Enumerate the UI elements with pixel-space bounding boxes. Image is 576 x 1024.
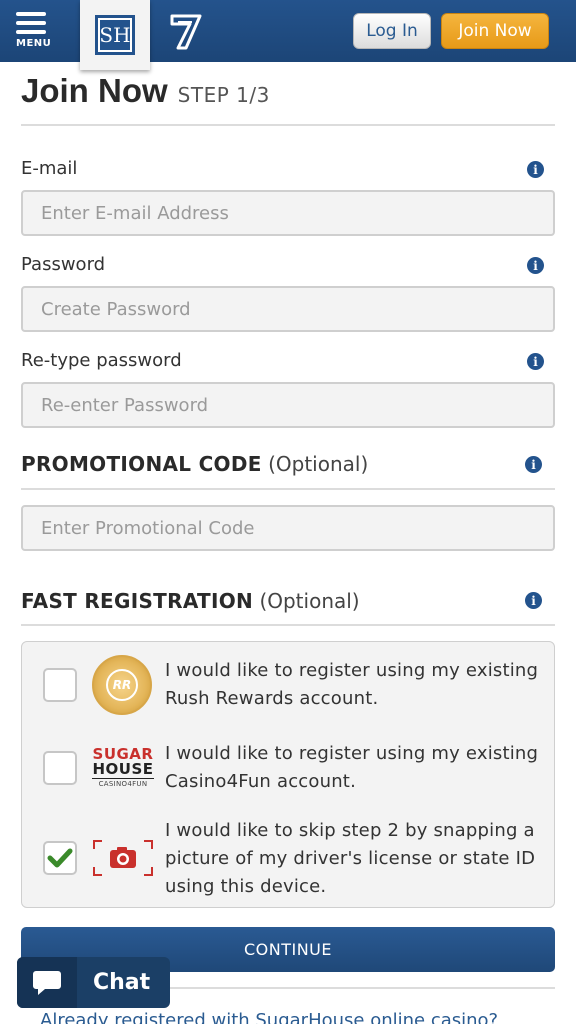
lucky-seven-icon	[170, 14, 202, 50]
promo-title: PROMOTIONAL CODE	[21, 452, 262, 476]
id-scan-option-text: I would like to skip step 2 by snapping …	[165, 820, 536, 897]
password-field[interactable]	[21, 286, 555, 332]
password-info-icon[interactable]: i	[527, 257, 544, 274]
chat-button[interactable]: Chat	[17, 957, 170, 1008]
rush-rewards-checkbox[interactable]	[43, 668, 77, 702]
chat-icon-box	[17, 957, 77, 1008]
page-heading: Join Now STEP 1/3	[21, 72, 270, 110]
checkmark-icon	[47, 848, 73, 868]
casino-seven-tab[interactable]	[166, 8, 206, 54]
fast-registration-optional: (Optional)	[259, 589, 360, 613]
email-info-icon[interactable]: i	[527, 161, 544, 178]
camera-icon	[92, 839, 154, 877]
step-indicator: STEP 1/3	[177, 83, 270, 107]
top-nav-bar: MENU SH Log In Join Now	[0, 0, 576, 70]
rush-rewards-logo: RR	[92, 655, 152, 715]
id-scan-checkbox[interactable]	[43, 841, 77, 875]
password-label: Password	[21, 254, 106, 275]
fast-registration-section-title: FAST REGISTRATION (Optional)	[21, 589, 360, 613]
retype-password-label: Re-type password	[21, 350, 182, 371]
retype-password-info-icon[interactable]: i	[527, 353, 544, 370]
rush-rewards-initials: RR	[106, 669, 138, 701]
already-registered-link[interactable]: Already registered with SugarHouse onlin…	[40, 1010, 498, 1024]
promo-code-field[interactable]	[21, 505, 555, 551]
fast-registration-panel: RR I would like to register using my exi…	[21, 641, 555, 908]
sugarhouse-casino4fun-logo: SUGAR HOUSE CASINO4FUN	[92, 747, 154, 788]
menu-label: MENU	[16, 38, 52, 49]
promo-info-icon[interactable]: i	[525, 456, 542, 473]
chat-label: Chat	[93, 970, 151, 995]
email-field[interactable]	[21, 190, 555, 236]
chat-bubble-icon	[33, 970, 61, 995]
casino4fun-checkbox[interactable]	[43, 751, 77, 785]
promo-optional: (Optional)	[268, 452, 369, 476]
rush-rewards-option-text: I would like to register using my existi…	[165, 660, 539, 709]
sugarhouse-tab[interactable]: SH	[80, 0, 150, 70]
promo-divider	[21, 488, 555, 490]
menu-button[interactable]: MENU	[16, 8, 70, 54]
join-now-button[interactable]: Join Now	[441, 13, 549, 49]
fast-registration-info-icon[interactable]: i	[525, 592, 542, 609]
hamburger-icon	[16, 8, 70, 34]
sugar-logo-line2: HOUSE	[92, 760, 154, 779]
sugar-logo-line3: CASINO4FUN	[98, 780, 148, 788]
fast-registration-title: FAST REGISTRATION	[21, 589, 254, 613]
email-label: E-mail	[21, 158, 78, 179]
retype-password-field[interactable]	[21, 382, 555, 428]
sugarhouse-logo: SH	[95, 15, 135, 55]
login-button[interactable]: Log In	[353, 13, 431, 49]
promo-section-title: PROMOTIONAL CODE (Optional)	[21, 452, 368, 476]
title-divider	[21, 124, 555, 126]
fast-registration-divider	[21, 624, 555, 626]
page-title: Join Now	[21, 72, 168, 109]
casino4fun-option-text: I would like to register using my existi…	[165, 743, 539, 792]
